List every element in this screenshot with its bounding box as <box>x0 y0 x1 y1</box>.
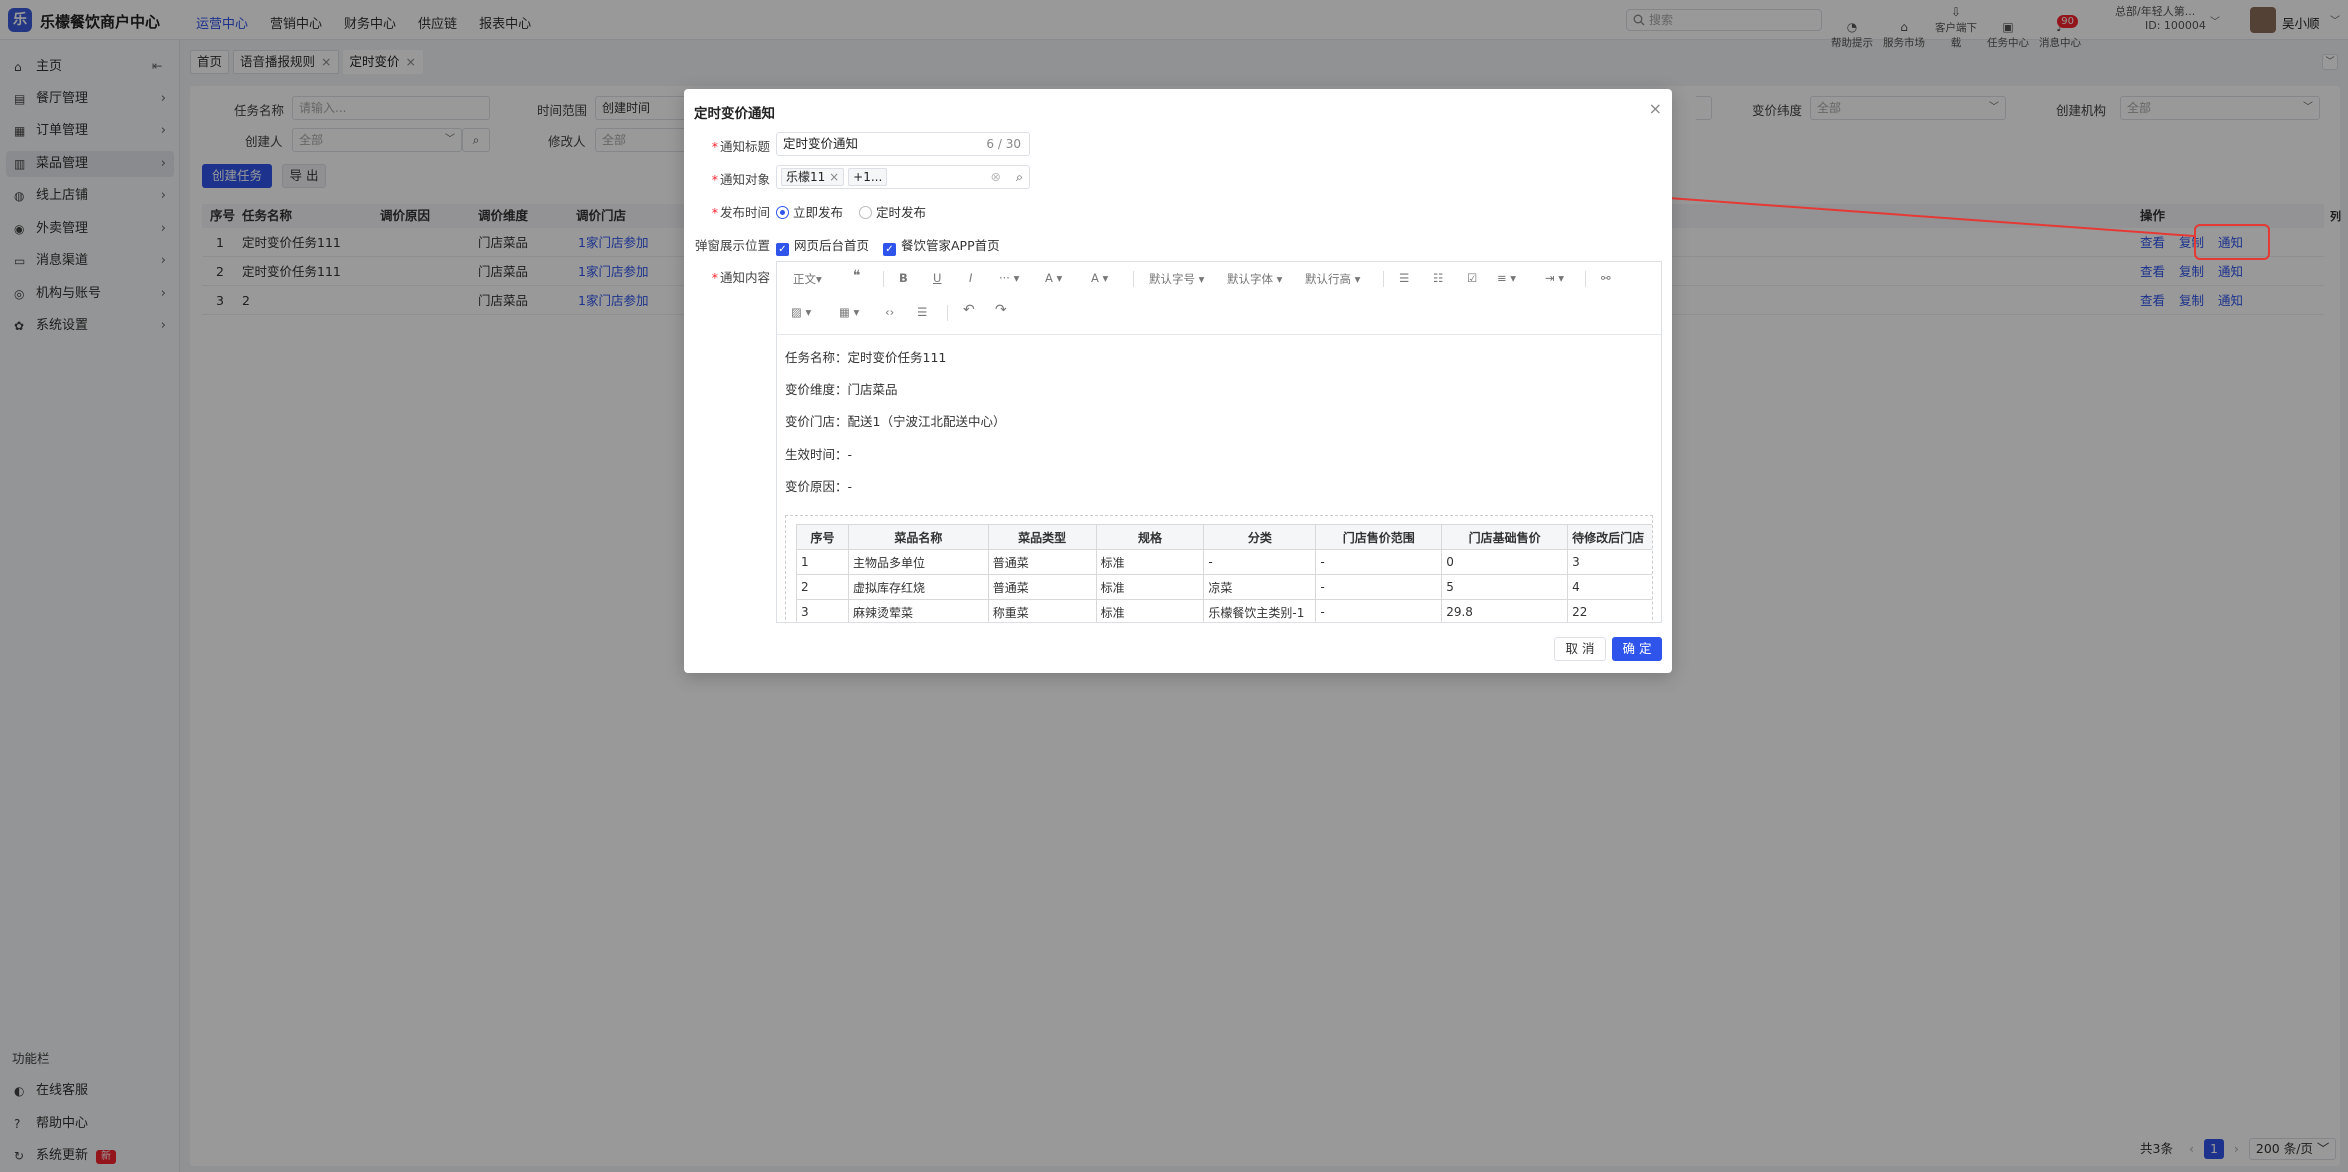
paragraph-format-dropdown[interactable]: 正文▾ <box>793 271 822 287</box>
popup-app-checkbox[interactable]: ✓ 餐饮管家APP首页 <box>883 238 1000 256</box>
popup-position-label: 弹窗展示位置 <box>694 238 770 253</box>
align-dropdown[interactable]: ≡ ▾ <box>1497 271 1516 285</box>
table-cell: 凉菜 <box>1203 574 1317 600</box>
table-row: 2 虚拟库存红烧 普通菜 标准 凉菜 -5 4 <box>796 574 1652 600</box>
table-cell: 2 <box>796 574 849 600</box>
table-cell: 标准 <box>1095 549 1205 575</box>
table-cell: 虚拟库存红烧 <box>847 574 989 600</box>
bullet-list-icon[interactable]: ☰ <box>1399 271 1409 285</box>
content-line-effective-time: 生效时间：- <box>785 447 853 462</box>
table-header-cell: 分类 <box>1203 524 1317 550</box>
font-family-dropdown[interactable]: 默认字体 ▾ <box>1227 271 1282 287</box>
table-cell: 主物品多单位 <box>847 549 989 575</box>
radio-checked-icon <box>776 206 789 219</box>
numbered-list-icon[interactable]: ☷ <box>1433 271 1443 285</box>
divider-icon[interactable]: ☰ <box>917 305 927 319</box>
table-row: 1 主物品多单位 普通菜 标准 - -0 3 <box>796 549 1652 575</box>
redo-icon[interactable]: ↷ <box>995 302 1007 318</box>
radio-icon <box>859 206 872 219</box>
font-size-dropdown[interactable]: 默认字号 ▾ <box>1149 271 1204 287</box>
close-icon[interactable]: × <box>829 170 839 184</box>
table-cell: 普通菜 <box>987 574 1097 600</box>
dialog-title: 定时变价通知 <box>694 106 775 122</box>
font-color-dropdown[interactable]: A ▾ <box>1045 271 1062 285</box>
indent-dropdown[interactable]: ⇥ ▾ <box>1545 271 1564 285</box>
quote-icon[interactable]: ❝ <box>853 268 861 284</box>
notice-target-select[interactable]: 乐檬11 × +1... ⊗ ⌕ <box>776 165 1030 189</box>
publish-now-radio[interactable]: 立即发布 <box>776 205 843 220</box>
cancel-button[interactable]: 取 消 <box>1554 637 1606 661</box>
table-cell: 22 <box>1567 599 1652 622</box>
more-format-dropdown[interactable]: ··· ▾ <box>999 271 1019 285</box>
popup-web-checkbox[interactable]: ✓ 网页后台首页 <box>776 238 869 256</box>
notify-dialog: 定时变价通知 × * 通知标题 定时变价通知 6 / 30 * 通知对象 乐檬11 ×… <box>684 89 1672 673</box>
table-header-cell: 菜品名称 <box>847 524 989 550</box>
table-dropdown[interactable]: ▦ ▾ <box>839 305 859 319</box>
confirm-button[interactable]: 确 定 <box>1612 637 1662 661</box>
undo-icon[interactable]: ↶ <box>963 302 975 318</box>
notice-title-label: * 通知标题 <box>711 139 770 154</box>
notice-title-input[interactable]: 定时变价通知 6 / 30 <box>776 132 1030 156</box>
editor-content[interactable]: 任务名称：定时变价任务111 变价维度：门店菜品 变价门店：配送1（宁波江北配送… <box>777 334 1661 622</box>
dish-price-table: 序号 菜品名称 菜品类型 规格 分类 门店售价范围 门店基础售价 待修改后门店 … <box>785 515 1653 622</box>
table-cell: 称重菜 <box>987 599 1097 622</box>
italic-icon[interactable]: I <box>969 271 972 285</box>
char-count: 6 / 30 <box>986 137 1021 151</box>
content-line-reason: 变价原因：- <box>785 479 853 494</box>
table-cell: 麻辣烫荤菜 <box>847 599 989 622</box>
search-icon[interactable]: ⌕ <box>1016 166 1023 188</box>
table-header-cell: 待修改后门店 <box>1567 524 1652 550</box>
table-header-cell: 门店售价范围 <box>1315 524 1443 550</box>
target-tag: 乐檬11 × <box>781 168 845 186</box>
link-icon[interactable]: ⚯ <box>1601 271 1611 285</box>
popup-position-group: ✓ 网页后台首页 ✓ 餐饮管家APP首页 <box>776 235 1000 256</box>
content-line-store: 变价门店：配送1（宁波江北配送中心） <box>785 414 1006 429</box>
table-cell: - <box>1315 599 1443 622</box>
notice-target-label: * 通知对象 <box>711 172 770 187</box>
table-cell: 3 <box>796 599 849 622</box>
table-cell: 5 <box>1441 574 1569 600</box>
highlight-box <box>2194 224 2270 260</box>
editor-toolbar-row-1: 正文▾ ❝ B U I ··· ▾ A ▾ A ▾ 默认字号 ▾ 默认字体 ▾ … <box>777 262 1661 296</box>
notice-title-value: 定时变价通知 <box>783 136 859 151</box>
table-cell: 1 <box>796 549 849 575</box>
bold-icon[interactable]: B <box>899 271 908 285</box>
table-cell: - <box>1315 574 1443 600</box>
table-cell: 29.8 <box>1441 599 1569 622</box>
table-cell: 0 <box>1441 549 1569 575</box>
table-header-cell: 规格 <box>1095 524 1205 550</box>
table-cell: 普通菜 <box>987 549 1097 575</box>
publish-time-label: * 发布时间 <box>711 205 770 220</box>
underline-icon[interactable]: U <box>933 271 941 285</box>
publish-time-group: 立即发布 定时发布 <box>776 202 926 221</box>
rich-text-editor[interactable]: 正文▾ ❝ B U I ··· ▾ A ▾ A ▾ 默认字号 ▾ 默认字体 ▾ … <box>776 261 1662 623</box>
line-height-dropdown[interactable]: 默认行高 ▾ <box>1305 271 1360 287</box>
content-line-task-name: 任务名称：定时变价任务111 <box>785 350 947 365</box>
code-icon[interactable]: ‹› <box>885 305 894 319</box>
table-header-cell: 序号 <box>796 524 849 550</box>
todo-list-icon[interactable]: ☑ <box>1467 271 1477 285</box>
publish-timed-radio[interactable]: 定时发布 <box>859 205 926 220</box>
table-cell: - <box>1203 549 1317 575</box>
notice-content-label: * 通知内容 <box>711 270 770 285</box>
table-cell: 3 <box>1567 549 1652 575</box>
checkbox-checked-icon: ✓ <box>883 243 896 256</box>
table-header: 序号 菜品名称 菜品类型 规格 分类 门店售价范围 门店基础售价 待修改后门店 <box>796 524 1652 550</box>
table-header-cell: 门店基础售价 <box>1441 524 1569 550</box>
image-dropdown[interactable]: ▨ ▾ <box>791 305 811 319</box>
background-color-dropdown[interactable]: A ▾ <box>1091 271 1108 285</box>
close-icon[interactable]: × <box>1649 99 1662 118</box>
table-cell: 标准 <box>1095 574 1205 600</box>
table-cell: - <box>1315 549 1443 575</box>
table-row: 3 麻辣烫荤菜 称重菜 标准 乐檬餐饮主类别-1-29.8 22 <box>796 599 1652 622</box>
content-line-dimension: 变价维度：门店菜品 <box>785 382 898 397</box>
checkbox-checked-icon: ✓ <box>776 243 789 256</box>
clear-icon[interactable]: ⊗ <box>991 166 1001 188</box>
target-more-tag: +1... <box>848 168 888 186</box>
table-cell: 标准 <box>1095 599 1205 622</box>
table-cell: 乐檬餐饮主类别-1 <box>1203 599 1317 622</box>
editor-toolbar-row-2: ▨ ▾ ▦ ▾ ‹› ☰ ↶ ↷ <box>777 296 1661 330</box>
table-header-cell: 菜品类型 <box>987 524 1097 550</box>
table-cell: 4 <box>1567 574 1652 600</box>
